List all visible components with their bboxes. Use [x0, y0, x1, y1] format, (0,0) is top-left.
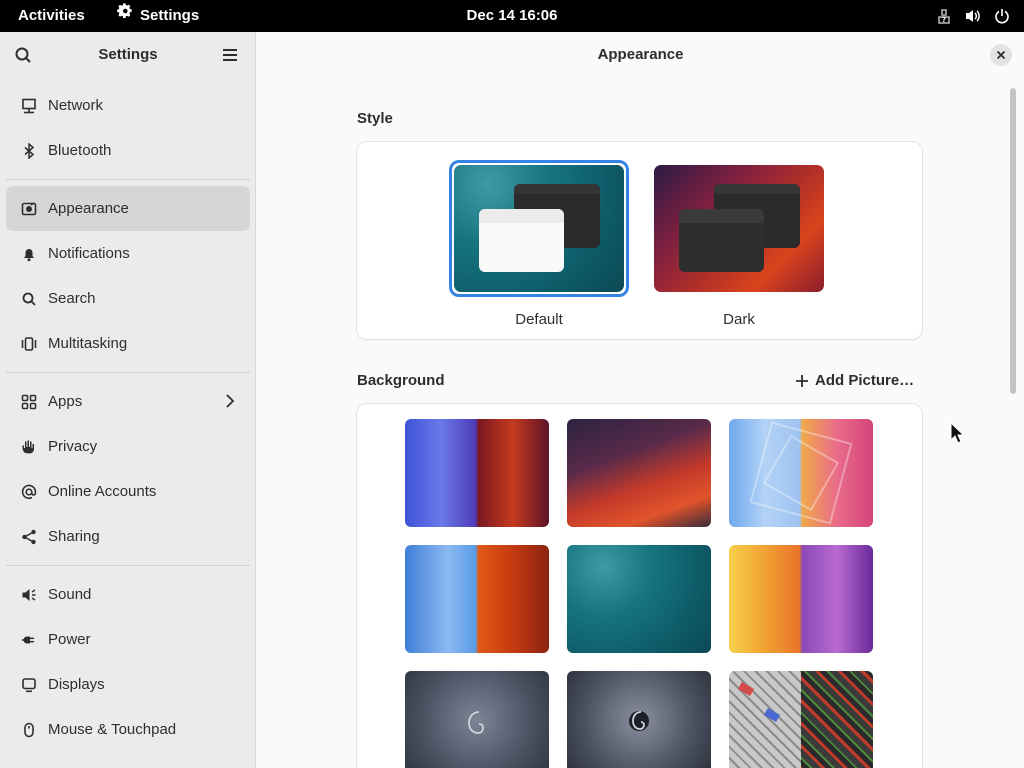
sidebar-item-bluetooth[interactable]: Bluetooth — [0, 128, 256, 173]
sidebar-item-sound[interactable]: Sound — [0, 572, 256, 617]
sidebar-item-label: Network — [48, 97, 104, 114]
sidebar-item-label: Sharing — [48, 528, 100, 545]
clock[interactable]: Dec 14 16:06 — [467, 7, 558, 24]
sidebar-title: Settings — [98, 46, 158, 63]
sidebar-item-power[interactable]: Power — [0, 617, 256, 662]
sidebar-item-label: Notifications — [48, 245, 130, 262]
add-picture-label: Add Picture… — [815, 372, 915, 389]
at-sign-icon — [20, 483, 38, 501]
style-dark-frame — [649, 160, 829, 297]
wallpaper-thumbnail[interactable] — [405, 419, 549, 527]
background-section-label: Background — [357, 372, 445, 389]
sidebar-item-online-accounts[interactable]: Online Accounts — [0, 469, 256, 514]
style-option-label: Default — [515, 311, 563, 328]
network-icon — [20, 97, 38, 115]
hamburger-menu-button[interactable] — [219, 44, 241, 66]
apps-grid-icon — [20, 393, 38, 411]
chevron-right-icon — [224, 393, 236, 413]
app-menu[interactable]: Settings — [116, 0, 199, 32]
style-default-frame — [449, 160, 629, 297]
style-card: Default Dark — [357, 142, 922, 339]
appearance-icon — [20, 200, 38, 218]
mouse-cursor-icon — [950, 421, 965, 449]
sidebar-separator — [6, 565, 250, 566]
mouse-icon — [20, 721, 38, 739]
monitor-icon — [20, 676, 38, 694]
close-button[interactable] — [990, 44, 1012, 66]
hamburger-icon — [223, 49, 237, 61]
sidebar-separator — [6, 179, 250, 180]
sidebar-item-search[interactable]: Search — [0, 276, 256, 321]
network-status-icon: ? — [936, 8, 952, 24]
sidebar-item-label: Displays — [48, 676, 105, 693]
main-panel: Appearance Style Default Dark Background… — [257, 32, 1024, 768]
wallpaper-thumbnail[interactable] — [567, 419, 711, 527]
hand-icon — [20, 438, 38, 456]
sidebar-item-appearance[interactable]: Appearance — [6, 186, 250, 231]
wallpaper-thumbnail[interactable] — [729, 419, 873, 527]
volume-icon — [964, 8, 982, 24]
sidebar-item-apps[interactable]: Apps — [0, 379, 256, 424]
sidebar-search-button[interactable] — [12, 44, 34, 66]
close-icon — [996, 50, 1006, 60]
style-section-label: Style — [357, 110, 393, 127]
sidebar-item-label: Privacy — [48, 438, 98, 455]
sidebar-item-label: Mouse & Touchpad — [48, 721, 177, 738]
wallpaper-thumbnail[interactable] — [405, 671, 549, 768]
default-style-preview — [454, 165, 624, 292]
sidebar-item-label: Sound — [48, 586, 92, 603]
wallpaper-thumbnail[interactable] — [567, 545, 711, 653]
sidebar-separator — [6, 372, 250, 373]
sidebar-item-label: Online Accounts — [48, 483, 157, 500]
sidebar-item-label: Apps — [48, 393, 83, 410]
sidebar-item-label: Appearance — [48, 200, 129, 217]
style-option-dark[interactable]: Dark — [649, 160, 829, 328]
multitasking-icon — [20, 335, 38, 353]
search-icon — [20, 290, 38, 308]
page-title: Appearance — [597, 46, 684, 63]
sidebar-item-label: Search — [48, 290, 96, 307]
sidebar-item-label: Multitasking — [48, 335, 128, 352]
sidebar-list: Network Bluetooth Appearance Notificatio… — [0, 83, 256, 752]
style-option-default[interactable]: Default — [449, 160, 629, 328]
app-name: Settings — [140, 7, 200, 24]
system-tray[interactable]: ? — [936, 0, 1010, 32]
sidebar: Settings Network Bluetooth Appearance No… — [0, 32, 256, 768]
scrollbar-thumb[interactable] — [1010, 88, 1016, 394]
sidebar-item-displays[interactable]: Displays — [0, 662, 256, 707]
add-picture-button[interactable]: Add Picture… — [795, 372, 914, 389]
plug-icon — [20, 631, 38, 649]
wallpaper-thumbnail[interactable] — [405, 545, 549, 653]
svg-text:?: ? — [942, 16, 946, 24]
share-icon — [20, 528, 38, 546]
dark-style-preview — [654, 165, 824, 292]
sidebar-header: Settings — [0, 32, 255, 78]
search-icon — [15, 47, 31, 63]
bell-icon — [20, 245, 38, 263]
sidebar-item-multitasking[interactable]: Multitasking — [0, 321, 256, 366]
debian-swirl-icon — [629, 711, 649, 731]
activities-button[interactable]: Activities — [18, 0, 85, 32]
gear-icon — [116, 0, 134, 32]
sidebar-item-sharing[interactable]: Sharing — [0, 514, 256, 559]
style-option-label: Dark — [723, 311, 755, 328]
sidebar-item-privacy[interactable]: Privacy — [0, 424, 256, 469]
background-card — [357, 404, 922, 768]
sidebar-item-notifications[interactable]: Notifications — [0, 231, 256, 276]
wallpaper-thumbnail[interactable] — [567, 671, 711, 768]
bluetooth-icon — [20, 142, 38, 160]
debian-swirl-icon — [468, 711, 484, 734]
plus-icon — [796, 374, 808, 387]
wallpaper-thumbnail[interactable] — [729, 545, 873, 653]
sidebar-item-network[interactable]: Network — [0, 83, 256, 128]
sidebar-item-label: Power — [48, 631, 91, 648]
wallpaper-thumbnail[interactable] — [729, 671, 873, 768]
power-icon — [994, 8, 1010, 24]
sidebar-item-label: Bluetooth — [48, 142, 112, 159]
top-bar: Activities Settings Dec 14 16:06 ? — [0, 0, 1024, 32]
sidebar-item-mouse-touchpad[interactable]: Mouse & Touchpad — [0, 707, 256, 752]
speaker-icon — [20, 586, 38, 604]
